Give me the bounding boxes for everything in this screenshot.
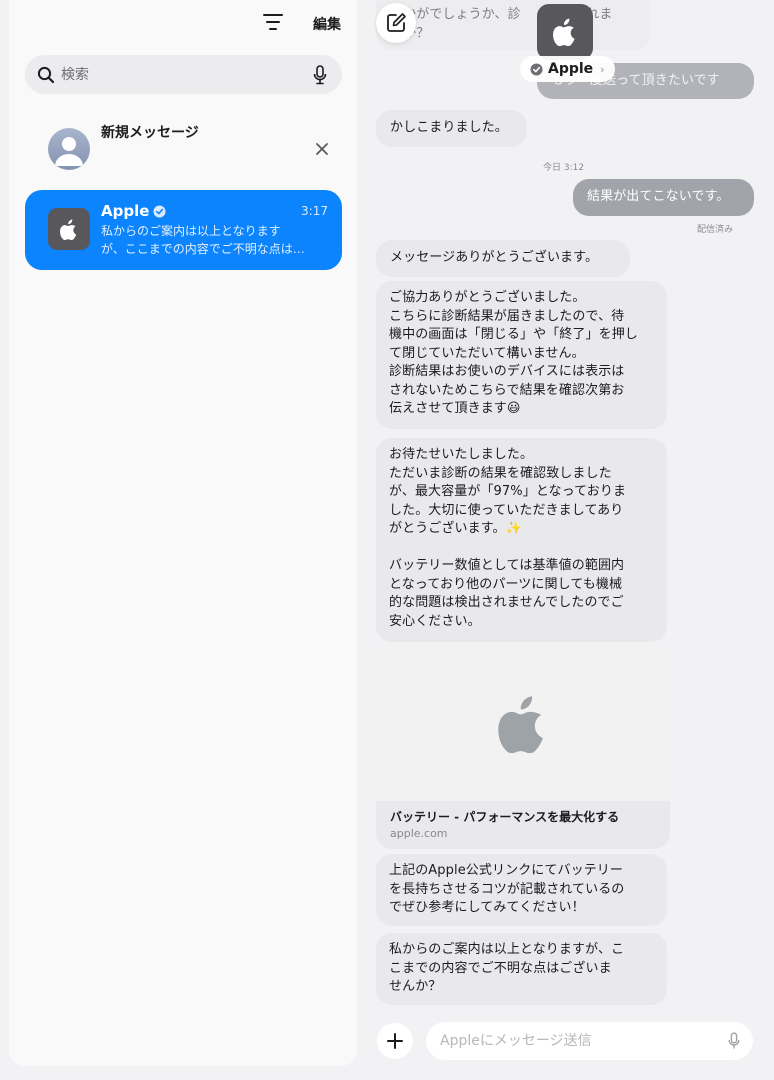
search-input[interactable] [61, 55, 301, 94]
new-message-title: 新規メッセージ [101, 125, 199, 141]
add-attachment-button[interactable] [377, 1023, 413, 1059]
new-message-row[interactable]: 新規メッセージ [25, 118, 342, 178]
message-incoming: かしこまりました。 [376, 110, 527, 147]
message-incoming: 私からのご案内は以上となりますが、こ こまでの内容でご不明な点はございま せんか… [376, 933, 667, 1005]
chat-pane: いかがでしょうか、診 されま すか？ もう一度送って頂きたいです Apple ›… [357, 0, 774, 1080]
search-bar[interactable] [25, 55, 342, 94]
apple-logo-icon [498, 695, 543, 753]
message-input[interactable] [440, 1022, 710, 1060]
conversation-name: Apple [101, 202, 166, 220]
compose-button[interactable] [376, 3, 416, 43]
link-preview-image [376, 646, 670, 801]
search-icon [37, 66, 55, 84]
delivered-status: 配信済み [697, 225, 734, 235]
contact-name-pill[interactable]: Apple › [520, 56, 615, 82]
message-incoming-faded: いかがでしょうか、診 されま すか？ [376, 0, 650, 50]
filter-icon[interactable] [262, 14, 284, 34]
plus-icon [387, 1033, 403, 1049]
conversation-sidebar: 編集 新規メッセージ [9, 0, 357, 1066]
verified-badge-icon [153, 205, 166, 217]
message-incoming: 上記のApple公式リンクにてバッテリー を長持ちさせるコツが記載されているの … [376, 854, 667, 926]
chevron-right-icon: › [600, 62, 605, 76]
close-icon[interactable] [314, 141, 330, 157]
person-icon [55, 137, 83, 166]
apple-logo-icon [553, 18, 575, 46]
link-preview-title: バッテリー - パフォーマンスを最大化する [390, 810, 620, 824]
verified-badge-icon [530, 63, 543, 75]
message-input-bar [357, 1018, 774, 1064]
apple-logo-icon [60, 219, 77, 240]
contact-avatar[interactable] [537, 4, 593, 60]
message-incoming: お待たせいたしました。 ただいま診断の結果を確認致しました が、最大容量が「97… [376, 438, 667, 642]
edit-button[interactable]: 編集 [313, 14, 341, 34]
mic-icon[interactable] [312, 65, 328, 85]
link-preview-card[interactable]: バッテリー - パフォーマンスを最大化する apple.com [376, 646, 670, 849]
compose-icon [387, 13, 406, 32]
link-preview-domain: apple.com [390, 827, 448, 840]
conversation-preview: 私からのご案内は以上となります が、ここまでの内容でご不明な点は… [101, 224, 305, 256]
timestamp: 今日 3:12 [543, 163, 585, 173]
avatar [48, 128, 90, 170]
conversation-time: 3:17 [301, 204, 328, 218]
message-incoming: ご協力ありがとうございました。 こちらに診断結果が届きましたので、待 機中の画面… [376, 281, 667, 429]
message-outgoing: 結果が出てこないです。 [573, 179, 754, 216]
message-incoming: メッセージありがとうございます。 [376, 240, 630, 277]
avatar [48, 208, 90, 250]
conversation-item-apple[interactable]: Apple 3:17 私からのご案内は以上となります が、ここまでの内容でご不明… [25, 190, 342, 270]
mic-icon[interactable] [727, 1032, 741, 1050]
message-field[interactable] [426, 1022, 753, 1060]
